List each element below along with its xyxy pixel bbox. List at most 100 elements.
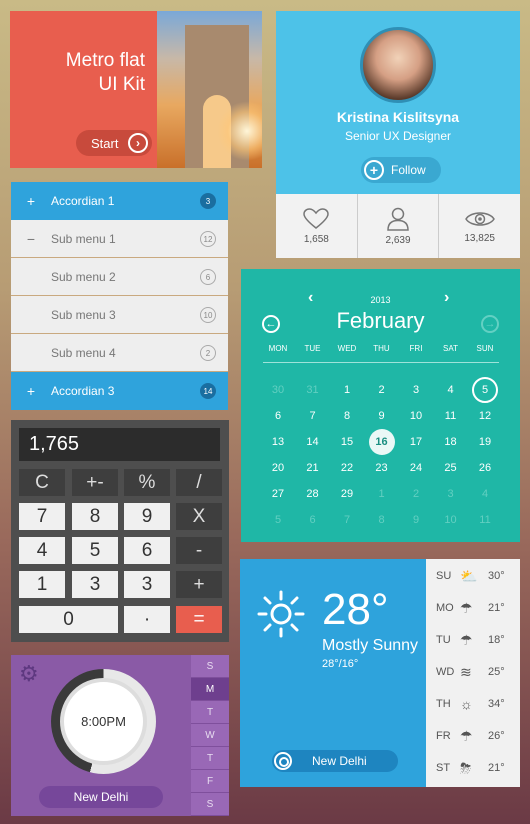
calendar-day[interactable]: 23 [365, 458, 399, 478]
calendar-day[interactable]: 4 [468, 484, 502, 504]
key-7[interactable]: 7 [19, 503, 65, 530]
key-3a[interactable]: 3 [72, 571, 118, 598]
key-0[interactable]: 0 [19, 606, 118, 633]
forecast-row[interactable]: ST ⛈ 21° [426, 752, 520, 784]
calendar-day[interactable]: 3 [399, 380, 433, 400]
key-9[interactable]: 9 [124, 503, 170, 530]
calendar-month: February [336, 308, 425, 333]
accordion-header-1[interactable]: + Accordian 1 3 [11, 182, 228, 220]
calendar-day[interactable]: 25 [434, 458, 468, 478]
clock-city-button[interactable]: New Delhi [39, 786, 163, 808]
stat-views[interactable]: 13,825 [438, 194, 520, 258]
calendar-day[interactable]: 12 [468, 406, 502, 426]
stat-likes[interactable]: 1,658 [276, 194, 357, 258]
calendar-day[interactable]: 3 [434, 484, 468, 504]
calendar-day[interactable]: 10 [434, 510, 468, 530]
calendar-day[interactable]: 16 [368, 429, 395, 455]
calendar-day[interactable]: 26 [468, 458, 502, 478]
calendar-day[interactable]: 18 [434, 432, 468, 452]
profile-card: Kristina Kislitsyna Senior UX Designer +… [276, 11, 520, 258]
calendar-day[interactable]: 20 [261, 458, 295, 478]
calendar-day[interactable]: 8 [330, 406, 364, 426]
calendar-day[interactable]: 29 [330, 484, 364, 504]
forecast-row[interactable]: SU ⛅ 30° [426, 560, 520, 592]
key-8[interactable]: 8 [72, 503, 118, 530]
accordion-header-3[interactable]: + Accordian 3 14 [11, 372, 228, 410]
key-divide[interactable]: / [176, 469, 222, 496]
key-1[interactable]: 1 [19, 571, 65, 598]
sub-menu-4[interactable]: Sub menu 4 2 [11, 334, 228, 372]
calendar-day[interactable]: 6 [296, 510, 330, 530]
weather-city-button[interactable]: New Delhi [272, 750, 398, 772]
forecast-row[interactable]: TH ☼ 34° [426, 688, 520, 720]
calendar-day[interactable]: 7 [330, 510, 364, 530]
key-3b[interactable]: 3 [124, 571, 170, 598]
avatar[interactable] [360, 27, 436, 103]
calendar-day[interactable]: 19 [468, 432, 502, 452]
calendar-day[interactable]: 1 [365, 484, 399, 504]
sub-menu-1[interactable]: − Sub menu 1 12 [11, 220, 228, 258]
weekday-mon[interactable]: M [191, 678, 229, 701]
sub-menu-2[interactable]: Sub menu 2 6 [11, 258, 228, 296]
key-5[interactable]: 5 [72, 537, 118, 564]
calendar-day[interactable]: 15 [330, 432, 364, 452]
calendar-day[interactable]: 8 [365, 510, 399, 530]
calendar-day[interactable]: 1 [330, 380, 364, 400]
calendar-day[interactable]: 28 [296, 484, 330, 504]
forecast-row[interactable]: TU ☂ 18° [426, 624, 520, 656]
key-plus[interactable]: + [176, 571, 222, 598]
key-percent[interactable]: % [124, 469, 170, 496]
calendar-day[interactable]: 17 [399, 432, 433, 452]
forecast-row[interactable]: WD ≋ 25° [426, 656, 520, 688]
follow-button[interactable]: + Follow [361, 157, 441, 183]
calendar-day[interactable]: 6 [261, 406, 295, 426]
calendar-day[interactable]: 31 [296, 380, 330, 400]
weekday-wed[interactable]: W [191, 724, 229, 747]
key-clear[interactable]: C [19, 469, 65, 496]
weekday-sun[interactable]: S [191, 655, 229, 678]
key-equals[interactable]: = [176, 606, 222, 633]
calendar-day[interactable]: 7 [296, 406, 330, 426]
key-6[interactable]: 6 [124, 537, 170, 564]
clock-time[interactable]: 8:00PM [60, 678, 147, 765]
weekday-thu[interactable]: T [191, 747, 229, 770]
calendar-day[interactable]: 5 [261, 510, 295, 530]
calendar-day[interactable]: 11 [468, 510, 502, 530]
stat-followers[interactable]: 2,639 [356, 194, 439, 258]
calendar-day[interactable]: 21 [296, 458, 330, 478]
calendar-day[interactable]: 2 [365, 380, 399, 400]
key-4[interactable]: 4 [19, 537, 65, 564]
calendar-day[interactable]: 30 [261, 380, 295, 400]
expand-icon: + [26, 383, 36, 399]
calendar-day[interactable]: 2 [399, 484, 433, 504]
calendar-day[interactable]: 9 [399, 510, 433, 530]
key-multiply[interactable]: X [176, 503, 222, 530]
key-sign[interactable]: +- [72, 469, 118, 496]
weekday-strip: S M T W T F S [191, 655, 229, 816]
calendar-day[interactable]: 9 [365, 406, 399, 426]
calendar-day[interactable]: 27 [261, 484, 295, 504]
start-label: Start [91, 135, 119, 151]
start-button[interactable]: Start › [76, 130, 152, 156]
sub-menu-3[interactable]: Sub menu 3 10 [11, 296, 228, 334]
next-year-icon[interactable]: › [444, 289, 449, 307]
calendar-day[interactable]: 13 [261, 432, 295, 452]
forecast-row[interactable]: FR ☂ 26° [426, 720, 520, 752]
accordion-label: Accordian 3 [51, 384, 115, 398]
calendar-day[interactable]: 22 [330, 458, 364, 478]
weekday-tue[interactable]: T [191, 701, 229, 724]
plus-icon: + [364, 160, 384, 180]
calendar-day[interactable]: 10 [399, 406, 433, 426]
calendar-day[interactable]: 11 [434, 406, 468, 426]
gear-icon[interactable]: ⚙ [19, 661, 39, 687]
key-decimal[interactable]: · [124, 606, 170, 633]
calendar-day[interactable]: 14 [296, 432, 330, 452]
calendar-day[interactable]: 24 [399, 458, 433, 478]
calendar-day[interactable]: 5 [472, 377, 498, 403]
weekday-fri[interactable]: F [191, 770, 229, 793]
calendar-day[interactable]: 4 [434, 380, 468, 400]
next-month-icon[interactable]: → [481, 315, 499, 333]
key-minus[interactable]: - [176, 537, 222, 564]
weekday-sat[interactable]: S [191, 793, 229, 816]
forecast-row[interactable]: MO ☂ 21° [426, 592, 520, 624]
